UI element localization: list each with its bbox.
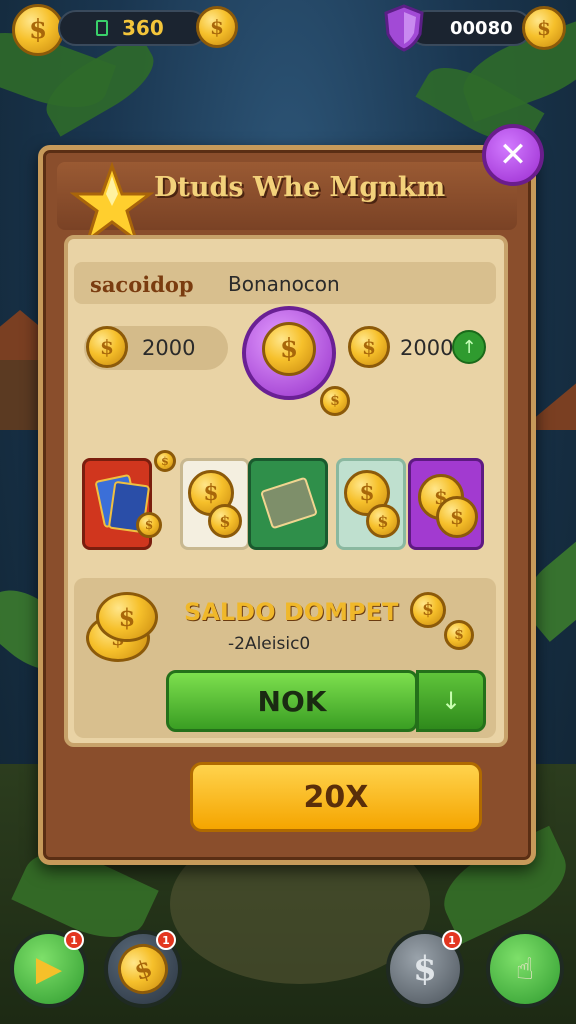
arrow-down-button[interactable]: ↓ xyxy=(416,670,486,732)
wallet-title: SALDO DOMPET xyxy=(184,598,399,626)
coin-icon: $ xyxy=(348,326,390,368)
battery-icon xyxy=(96,20,108,36)
hut xyxy=(0,360,40,430)
nok-button[interactable]: NOK xyxy=(166,670,418,732)
tile-cash[interactable] xyxy=(248,458,328,550)
coin-icon: $ xyxy=(410,592,446,628)
coin-icon: $ xyxy=(154,450,176,472)
amount-right: 2000 xyxy=(400,336,454,360)
add-coins-button[interactable]: $ xyxy=(196,6,238,48)
coin-icon: $ xyxy=(366,504,400,538)
play-icon: ▶ xyxy=(35,949,63,989)
cash-icon xyxy=(259,476,319,530)
star-icon xyxy=(69,161,155,246)
coin-balance-value: 360 xyxy=(122,16,164,40)
increase-button[interactable]: ↑ xyxy=(452,330,486,364)
main-action-button[interactable]: 20X xyxy=(190,762,482,832)
coin-icon: $ xyxy=(12,4,64,56)
amount-left: 2000 xyxy=(142,336,196,360)
dialog-title: Dtuds Whe Mgnkm xyxy=(154,172,446,203)
reward-label: sacoidop xyxy=(90,272,194,297)
notification-badge: 1 xyxy=(442,930,462,950)
add-gems-button[interactable]: $ xyxy=(522,6,566,50)
hand-icon: ☝ xyxy=(515,951,535,987)
dollar-icon: $ xyxy=(413,949,437,989)
notification-badge: 1 xyxy=(156,930,176,950)
coin-icon: $ xyxy=(436,496,478,538)
hand-button[interactable]: ☝ xyxy=(486,930,564,1008)
big-coin-icon: $ xyxy=(262,322,316,376)
coin-icon: $ xyxy=(444,620,474,650)
close-button[interactable]: ✕ xyxy=(482,124,544,186)
notification-badge: 1 xyxy=(64,930,84,950)
coin-icon: $ xyxy=(208,504,242,538)
gem-balance-pill: 00080 xyxy=(408,10,532,46)
coin-icon: $ xyxy=(136,512,162,538)
wallet-subtitle: -2Aleisic0 xyxy=(228,634,311,654)
gem-balance-value: 00080 xyxy=(450,17,513,39)
coin-icon: $ xyxy=(86,326,128,368)
coin-icon: $ xyxy=(320,386,350,416)
coin-balance-pill: 360 xyxy=(58,10,208,46)
shield-icon xyxy=(382,4,426,52)
bonus-label: Bonanocon xyxy=(228,272,340,296)
coin-stack-icon: $ xyxy=(96,592,158,642)
